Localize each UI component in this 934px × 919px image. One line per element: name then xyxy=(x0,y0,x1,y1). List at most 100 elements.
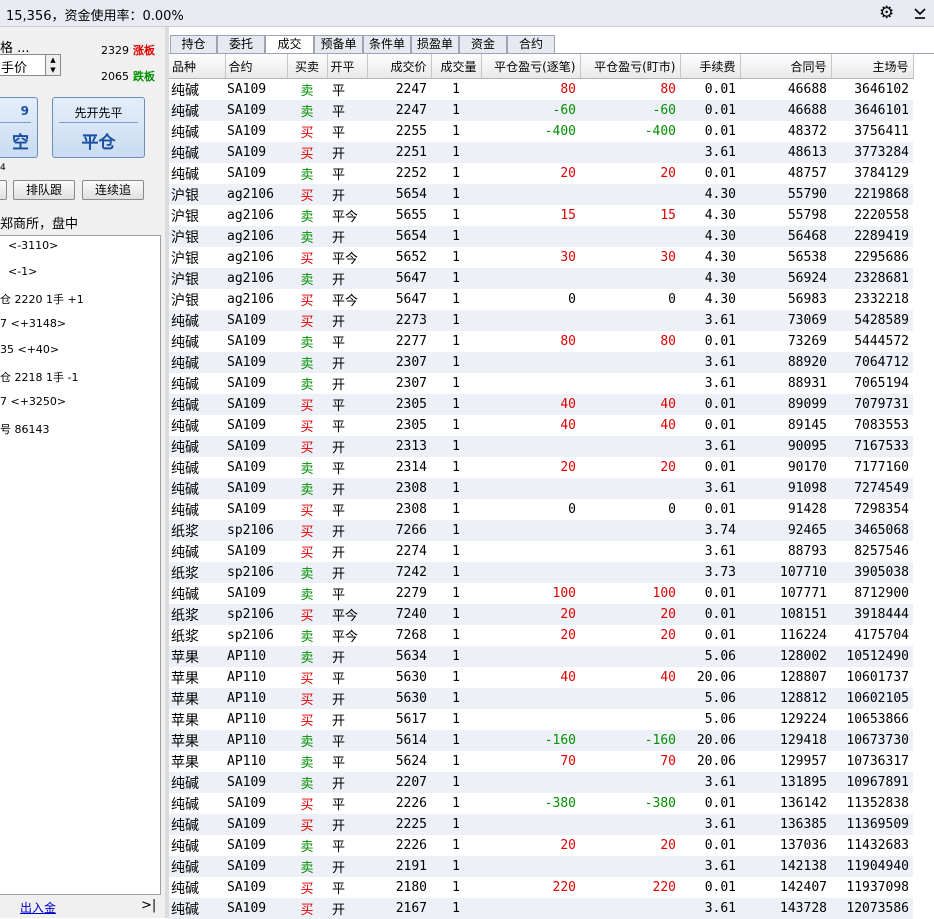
contract-cell: SA109 xyxy=(225,478,287,499)
table-row[interactable]: 纯碱 SA109 卖 平 2277 1 80 80 0.01 73269 5444572 xyxy=(169,331,913,352)
col-fee-header[interactable]: 手续费 xyxy=(680,54,741,79)
tab-orders[interactable]: 委托 xyxy=(217,35,265,53)
price-cell: 2305 xyxy=(367,394,431,415)
table-row[interactable]: 纯碱 SA109 卖 开 2307 1 3.61 88931 7065194 xyxy=(169,373,913,394)
pnl-trade-cell xyxy=(481,184,580,205)
tab-stop-profit[interactable]: 损盈单 xyxy=(411,35,459,53)
sell-open-button[interactable]: 9 空 xyxy=(0,97,38,158)
table-row[interactable]: 纯碱 SA109 卖 平 2314 1 20 20 0.01 90170 7177160 xyxy=(169,457,913,478)
table-row[interactable]: 纯碱 SA109 买 平 2180 1 220 220 0.01 142407 11937098 xyxy=(169,877,913,898)
contract-cell: ag2106 xyxy=(227,208,274,223)
table-row[interactable]: 苹果 AP110 买开 5630 1 5.06 128812 10602105 xyxy=(169,688,913,709)
volume-cell: 1 xyxy=(452,628,460,643)
price-cell: 5647 xyxy=(395,292,427,307)
col-contract-header[interactable]: 合约 xyxy=(225,54,288,79)
table-row[interactable]: 纯碱 SA109 买开 2251 1 3.61 48613 3773284 xyxy=(169,142,913,163)
price-type-spinner[interactable]: ▲ ▼ xyxy=(45,55,60,75)
table-row[interactable]: 纸浆 sp2106 买开 7266 1 3.74 92465 3465068 xyxy=(169,520,913,541)
tab-positions[interactable]: 持仓 xyxy=(170,35,217,53)
price-cell: 2273 xyxy=(367,310,431,331)
table-row[interactable]: 沪银 ag2106 买 平今 5647 1 0 0 4.30 56983 2332218 xyxy=(169,289,913,310)
side-cell: 卖 xyxy=(287,562,327,583)
table-row[interactable]: 苹果 AP110 卖 平 5624 1 70 70 20.06 129957 10736317 xyxy=(169,751,913,772)
exchange-no-cell: 2289419 xyxy=(831,226,913,247)
table-row[interactable]: 纯碱 SA109 买开 2167 1 3.61 143728 12073586 xyxy=(169,898,913,919)
tab-contracts[interactable]: 合约 xyxy=(507,35,555,53)
table-row[interactable]: 纯碱 SA109 卖平 2247 1 -60 -60 0.01 46688 3646101 xyxy=(169,100,913,121)
table-row[interactable]: 纯碱 SA109 买开 2313 1 3.61 90095 7167533 xyxy=(169,436,913,457)
collapse-icon[interactable]: >| xyxy=(141,898,156,913)
table-row[interactable]: 纸浆 sp2106 买平今 7240 1 20 20 0.01 108151 3918444 xyxy=(169,604,913,625)
continuous-chase-button[interactable]: 连续追 xyxy=(82,180,144,200)
tab-funds[interactable]: 资金 xyxy=(459,35,507,53)
table-row[interactable]: 沪银 ag2106 卖 平今 5655 1 15 15 4.30 55798 2220558 xyxy=(169,205,913,226)
contract-cell: sp2106 xyxy=(225,520,287,541)
table-row[interactable]: 纯碱 SA109 卖开 2191 1 3.61 142138 11904940 xyxy=(169,856,913,877)
col-exchange-no-header[interactable]: 主场号 xyxy=(831,54,914,79)
contract-cell: ag2106 xyxy=(225,184,287,205)
col-price-header[interactable]: 成交价 xyxy=(367,54,432,79)
table-row[interactable]: 苹果 AP110 买 开 5617 1 5.06 129224 10653866 xyxy=(169,709,913,730)
contract-no-cell: 143728 xyxy=(740,898,831,919)
table-row[interactable]: 沪银 ag2106 卖开 5654 1 4.30 56468 2289419 xyxy=(169,226,913,247)
volume-cell: 1 xyxy=(452,670,460,685)
col-pnl-trade-header[interactable]: 平仓盈亏(逐笔) xyxy=(481,54,581,79)
table-row[interactable]: 纯碱 SA109 买 开 2274 1 3.61 88793 8257546 xyxy=(169,541,913,562)
deposit-withdraw-link[interactable]: 出入金 xyxy=(20,899,56,916)
queue-follow-button[interactable]: 排队跟 xyxy=(13,180,75,200)
pnl-trade-cell: 70 xyxy=(560,754,576,769)
table-row[interactable]: 苹果 AP110 买 平 5630 1 40 40 20.06 128807 10601737 xyxy=(169,667,913,688)
table-row[interactable]: 纯碱 SA109 卖 平 2252 1 20 20 0.01 48757 3784129 xyxy=(169,163,913,184)
col-variety-header[interactable]: 品种 xyxy=(169,54,226,79)
table-row[interactable]: 纸浆 sp2106 卖开 7242 1 3.73 107710 3905038 xyxy=(169,562,913,583)
tab-conditional[interactable]: 条件单 xyxy=(363,35,411,53)
table-row[interactable]: 纯碱 SA109 买 平 2305 1 40 40 0.01 89145 7083553 xyxy=(169,415,913,436)
variety-cell: 纯碱 xyxy=(169,814,225,835)
table-row[interactable]: 纯碱 SA109 买平 2305 1 40 40 0.01 89099 7079731 xyxy=(169,394,913,415)
table-row[interactable]: 沪银 ag2106 买开 5654 1 4.30 55790 2219868 xyxy=(169,184,913,205)
fee-cell: 4.30 xyxy=(680,226,740,247)
table-row[interactable]: 纯碱 SA109 买开 2273 1 3.61 73069 5428589 xyxy=(169,310,913,331)
table-row[interactable]: 苹果 AP110 卖开 5634 1 5.06 128002 10512490 xyxy=(169,646,913,667)
table-row[interactable]: 纯碱 SA109 卖开 2307 1 3.61 88920 7064712 xyxy=(169,352,913,373)
chevron-down-icon[interactable] xyxy=(912,4,928,20)
open-close-cell: 平 xyxy=(332,672,346,687)
col-open-close-header[interactable]: 开平 xyxy=(327,54,368,79)
contract-cell: sp2106 xyxy=(227,628,274,643)
table-row[interactable]: 纯碱 SA109 卖开 2308 1 3.61 91098 7274549 xyxy=(169,478,913,499)
table-row[interactable]: 纯碱 SA109 卖 平 2226 1 20 20 0.01 137036 11432683 xyxy=(169,835,913,856)
table-row[interactable]: 纯碱 SA109 买 平 2255 1 -400 -400 0.01 48372 3756411 xyxy=(169,121,913,142)
variety-cell: 纯碱 xyxy=(171,166,199,183)
open-close-cell: 开 xyxy=(327,142,367,163)
close-position-button[interactable]: 先开先平 平仓 xyxy=(52,97,145,158)
table-row[interactable]: 纯碱 SA109 卖开 2207 1 3.61 131895 10967891 xyxy=(169,772,913,793)
table-row[interactable]: 沪银 ag2106 买 平今 5652 1 30 30 4.30 56538 2295686 xyxy=(169,247,913,268)
table-row[interactable]: 纯碱 SA109 买 平 2308 1 0 0 0.01 91428 7298354 xyxy=(169,499,913,520)
pnl-mark-cell: -400 xyxy=(644,124,676,139)
tab-trades[interactable]: 成交 xyxy=(265,35,314,54)
col-pnl-mark-header[interactable]: 平仓盈亏(盯市) xyxy=(580,54,681,79)
partial-button[interactable] xyxy=(0,180,7,200)
pnl-trade-cell xyxy=(481,310,580,331)
table-row[interactable]: 沪银 ag2106 卖开 5647 1 4.30 56924 2328681 xyxy=(169,268,913,289)
info-line: <-1> xyxy=(8,265,38,278)
table-row[interactable]: 纯碱 SA109 买 平 2226 1 -380 -380 0.01 136142 11352838 xyxy=(169,793,913,814)
table-row[interactable]: 纯碱 SA109 买开 2225 1 3.61 136385 11369509 xyxy=(169,814,913,835)
price-cell: 7240 xyxy=(367,604,431,625)
table-row[interactable]: 纯碱 SA109 卖 平 2279 1 100 100 0.01 107771 8712900 xyxy=(169,583,913,604)
table-row[interactable]: 苹果 AP110 卖平 5614 1 -160 -160 20.06 129418 1067373… xyxy=(169,730,913,751)
gear-icon[interactable]: ⚙ xyxy=(879,3,894,23)
price-cell: 2252 xyxy=(395,166,427,181)
tab-preorders[interactable]: 预备单 xyxy=(314,35,363,53)
col-contract-no-header[interactable]: 合同号 xyxy=(740,54,832,79)
table-row[interactable]: 纸浆 sp2106 卖 平今 7268 1 20 20 0.01 116224 4175704 xyxy=(169,625,913,646)
contract-cell: SA109 xyxy=(227,334,267,349)
side-cell: 卖 xyxy=(300,378,314,393)
col-volume-header[interactable]: 成交量 xyxy=(431,54,482,79)
side-cell: 卖 xyxy=(287,268,327,289)
col-side-header[interactable]: 买卖 xyxy=(287,54,328,79)
table-row[interactable]: 纯碱 SA109 卖 平 2247 1 80 80 0.01 46688 3646102 xyxy=(169,79,913,101)
contract-no-cell: 89099 xyxy=(740,394,831,415)
volume-cell: 1 xyxy=(452,460,460,475)
price-type-select[interactable]: 手价 ▲ ▼ xyxy=(0,54,61,76)
